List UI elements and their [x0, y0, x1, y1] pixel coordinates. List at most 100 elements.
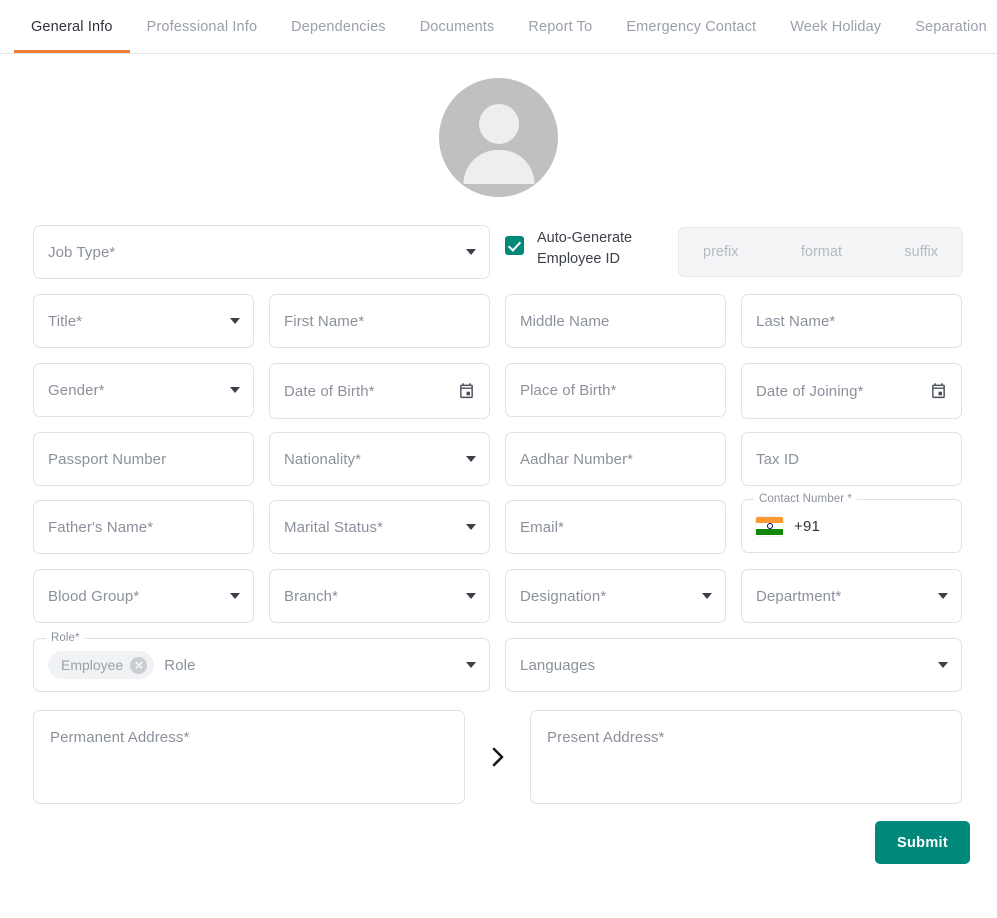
place-of-birth-placeholder: Place of Birth* [520, 382, 617, 399]
email-placeholder: Email* [520, 519, 564, 536]
date-of-joining-placeholder: Date of Joining* [756, 383, 864, 400]
title-select[interactable]: Title* [33, 294, 254, 348]
date-of-joining-input[interactable]: Date of Joining* [741, 363, 962, 419]
passport-number-input[interactable]: Passport Number [33, 432, 254, 486]
marital-status-placeholder: Marital Status* [284, 519, 383, 536]
marital-status-select[interactable]: Marital Status* [269, 500, 490, 554]
gender-placeholder: Gender* [48, 382, 105, 399]
tax-id-input[interactable]: Tax ID [741, 432, 962, 486]
avatar-section [0, 78, 997, 197]
ashoka-chakra-icon [767, 523, 773, 529]
tab-label: Emergency Contact [626, 19, 756, 35]
languages-placeholder: Languages [520, 657, 595, 674]
aadhar-number-placeholder: Aadhar Number* [520, 451, 633, 468]
calendar-icon[interactable] [930, 383, 947, 400]
suffix-input[interactable]: suffix [904, 244, 938, 260]
gender-select[interactable]: Gender* [33, 363, 254, 417]
role-chip-label: Employee [61, 657, 123, 673]
tab-professional-info[interactable]: Professional Info [130, 0, 275, 53]
chevron-down-icon [466, 662, 476, 668]
tab-week-holiday[interactable]: Week Holiday [773, 0, 898, 53]
designation-select[interactable]: Designation* [505, 569, 726, 623]
format-input[interactable]: format [801, 244, 842, 260]
auto-generate-employee-id-checkbox[interactable] [505, 236, 524, 255]
auto-generate-label-line2: Employee ID [537, 251, 620, 267]
present-address-placeholder: Present Address* [547, 729, 665, 746]
email-input[interactable]: Email* [505, 500, 726, 554]
nationality-select[interactable]: Nationality* [269, 432, 490, 486]
tab-label: Documents [420, 19, 495, 35]
chevron-down-icon [938, 593, 948, 599]
first-name-placeholder: First Name* [284, 313, 364, 330]
india-flag-icon[interactable] [756, 517, 783, 536]
chevron-down-icon [702, 593, 712, 599]
blood-group-select[interactable]: Blood Group* [33, 569, 254, 623]
tab-general-info[interactable]: General Info [14, 0, 130, 53]
tab-label: General Info [31, 19, 113, 35]
aadhar-number-input[interactable]: Aadhar Number* [505, 432, 726, 486]
middle-name-input[interactable]: Middle Name [505, 294, 726, 348]
auto-generate-employee-id-group: Auto-Generate Employee ID [505, 228, 649, 270]
tab-label: Dependencies [291, 19, 386, 35]
chevron-down-icon [466, 593, 476, 599]
last-name-input[interactable]: Last Name* [741, 294, 962, 348]
chevron-down-icon [938, 662, 948, 668]
fathers-name-input[interactable]: Father's Name* [33, 500, 254, 554]
tab-documents[interactable]: Documents [403, 0, 512, 53]
branch-select[interactable]: Branch* [269, 569, 490, 623]
tab-emergency-contact[interactable]: Emergency Contact [609, 0, 773, 53]
job-type-placeholder: Job Type* [48, 244, 115, 261]
prefix-input[interactable]: prefix [703, 244, 738, 260]
job-type-select[interactable]: Job Type* [33, 225, 490, 279]
tab-label: Week Holiday [790, 19, 881, 35]
employee-id-format-group: prefix format suffix [678, 227, 963, 277]
chevron-down-icon [230, 387, 240, 393]
date-of-birth-placeholder: Date of Birth* [284, 383, 375, 400]
contact-number-group: Contact Number * +91 [741, 499, 962, 553]
chevron-down-icon [466, 456, 476, 462]
auto-generate-employee-id-label: Auto-Generate Employee ID [537, 228, 649, 270]
tab-label: Report To [528, 19, 592, 35]
department-placeholder: Department* [756, 588, 841, 605]
person-placeholder-icon [479, 104, 519, 144]
middle-name-placeholder: Middle Name [520, 313, 609, 330]
contact-dial-code: +91 [794, 518, 820, 535]
contact-number-input[interactable]: Contact Number * +91 [741, 499, 962, 553]
flag-stripe-green [756, 529, 783, 535]
present-address-textarea[interactable]: Present Address* [530, 710, 962, 804]
department-select[interactable]: Department* [741, 569, 962, 623]
title-placeholder: Title* [48, 313, 82, 330]
first-name-input[interactable]: First Name* [269, 294, 490, 348]
role-placeholder: Role [164, 657, 195, 674]
passport-number-placeholder: Passport Number [48, 451, 166, 468]
branch-placeholder: Branch* [284, 588, 338, 605]
nationality-placeholder: Nationality* [284, 451, 361, 468]
submit-button[interactable]: Submit [875, 821, 970, 864]
permanent-address-textarea[interactable]: Permanent Address* [33, 710, 465, 804]
close-icon[interactable] [130, 657, 147, 674]
role-group: Role* Employee Role [33, 638, 490, 692]
tab-bar: General Info Professional Info Dependenc… [0, 0, 997, 54]
blood-group-placeholder: Blood Group* [48, 588, 139, 605]
tab-label: Professional Info [147, 19, 258, 35]
calendar-icon[interactable] [458, 383, 475, 400]
chevron-right-icon[interactable] [485, 742, 509, 772]
tab-dependencies[interactable]: Dependencies [274, 0, 403, 53]
tax-id-placeholder: Tax ID [756, 451, 799, 468]
avatar[interactable] [439, 78, 558, 197]
permanent-address-placeholder: Permanent Address* [50, 729, 189, 746]
languages-select[interactable]: Languages [505, 638, 962, 692]
role-chip-employee: Employee [48, 651, 154, 679]
place-of-birth-input[interactable]: Place of Birth* [505, 363, 726, 417]
tab-label: Separation [915, 19, 987, 35]
contact-number-label: Contact Number * [754, 493, 857, 505]
person-placeholder-body [463, 150, 534, 184]
tab-separation[interactable]: Separation [898, 0, 997, 53]
tab-report-to[interactable]: Report To [511, 0, 609, 53]
role-select[interactable]: Role* Employee Role [33, 638, 490, 692]
employee-general-info-page: General Info Professional Info Dependenc… [0, 0, 997, 918]
chevron-down-icon [230, 318, 240, 324]
chevron-down-icon [466, 524, 476, 530]
date-of-birth-input[interactable]: Date of Birth* [269, 363, 490, 419]
designation-placeholder: Designation* [520, 588, 606, 605]
